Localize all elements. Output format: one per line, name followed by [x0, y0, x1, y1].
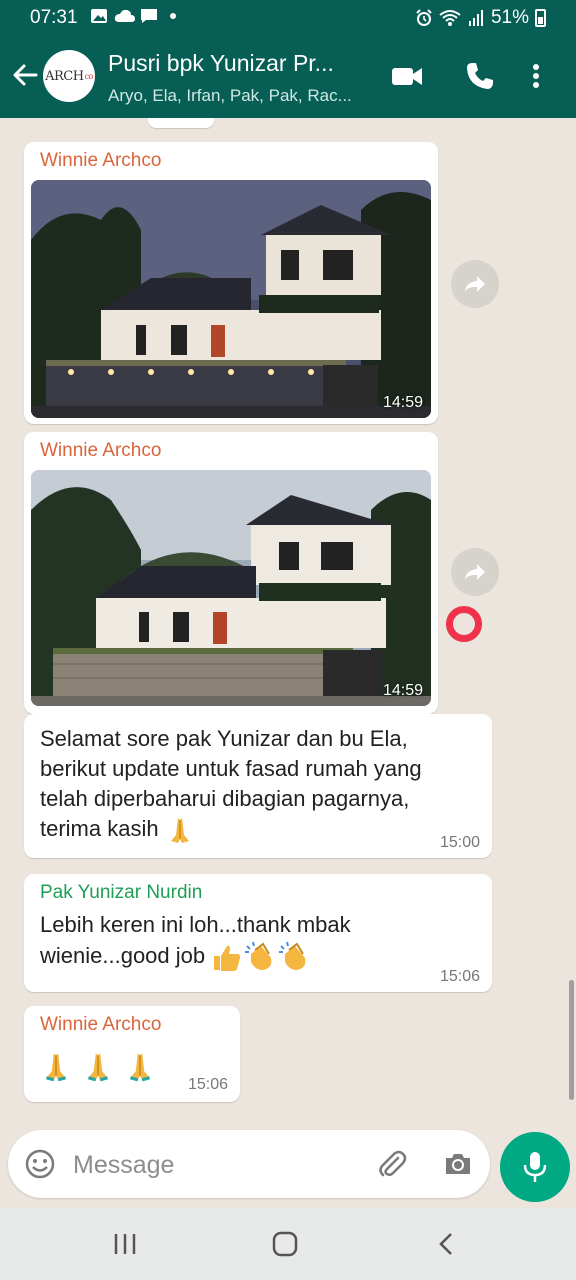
sender-name: Pak Yunizar Nurdin [40, 882, 203, 903]
alarm-icon [416, 9, 432, 26]
screen-record-icon[interactable] [446, 606, 482, 642]
back-arrow-icon[interactable] [10, 60, 40, 90]
attach-icon[interactable] [376, 1148, 408, 1180]
cloud-icon [114, 9, 135, 22]
dot-icon [170, 13, 176, 19]
message-line: Selamat sore pak Yunizar dan bu Ela, [40, 726, 408, 751]
wifi-icon [439, 10, 461, 26]
message-line: Lebih keren ini loh...thank mbak [40, 912, 351, 937]
sender-name: Winnie Archco [40, 1014, 162, 1035]
recents-icon[interactable] [110, 1230, 140, 1258]
sender-name: Winnie Archco [40, 150, 162, 171]
thumbs-up-icon [214, 945, 241, 971]
chat-header: ARCH co Pusri bpk Yunizar Pr... Aryo, Ela… [0, 36, 576, 118]
more-vert-icon[interactable] [526, 60, 546, 92]
forward-icon[interactable] [451, 548, 499, 596]
forward-icon[interactable] [451, 260, 499, 308]
message-body: Lebih keren ini loh...thank mbak wienie.… [40, 910, 351, 974]
chat-participants[interactable]: Aryo, Ela, Irfan, Pak, Pak, Rac... [108, 86, 370, 106]
message-line: wienie...good job [40, 942, 206, 968]
message-line: terima kasih [40, 816, 159, 841]
image-message[interactable]: Winnie Archco 14:59 [24, 432, 438, 714]
battery-icon [535, 9, 546, 27]
message-time: 14:59 [382, 394, 423, 411]
message-time: 15:00 [439, 834, 480, 851]
image-message[interactable]: Winnie Archco 14:59 [24, 142, 438, 424]
folded-hands-icon [129, 1053, 151, 1082]
house-render-icon[interactable]: 14:59 [31, 470, 431, 706]
back-icon[interactable] [432, 1230, 462, 1258]
status-right: 51% [415, 7, 546, 29]
status-time: 07:31 [30, 7, 78, 28]
status-bar: 07:31 51% [0, 0, 576, 36]
scrollbar[interactable] [569, 980, 574, 1100]
text-message[interactable]: Selamat sore pak Yunizar dan bu Ela, ber… [24, 714, 492, 858]
group-avatar[interactable]: ARCH co [43, 50, 95, 102]
sender-name: Winnie Archco [40, 440, 162, 461]
clapping-hands-icon [279, 941, 306, 970]
previous-message-bubble [148, 118, 214, 128]
message-composer[interactable]: Message [8, 1130, 490, 1198]
message-icon [141, 9, 157, 23]
text-message[interactable]: Pak Yunizar Nurdin Lebih keren ini loh..… [24, 874, 492, 992]
battery-percent: 51% [490, 7, 529, 28]
chat-title[interactable]: Pusri bpk Yunizar Pr... [108, 50, 370, 77]
message-input[interactable]: Message [73, 1151, 174, 1180]
camera-icon[interactable] [442, 1148, 474, 1180]
chat-area[interactable]: Winnie Archco 14:59 Winnie Archco 14:59 … [0, 118, 576, 1138]
emoji-message[interactable]: Winnie Archco 15:06 [24, 1006, 240, 1102]
signal-icon [468, 10, 483, 26]
avatar-text: ARCH [45, 68, 84, 84]
message-body: Selamat sore pak Yunizar dan bu Ela, ber… [40, 724, 422, 845]
phone-icon[interactable] [464, 60, 496, 92]
mic-icon[interactable] [500, 1132, 570, 1202]
system-nav-bar [0, 1208, 576, 1280]
message-time: 15:06 [439, 968, 480, 985]
message-time: 15:06 [187, 1076, 228, 1093]
house-render-icon[interactable]: 14:59 [31, 180, 431, 418]
folded-hands-icon [45, 1053, 67, 1082]
video-call-icon[interactable] [390, 60, 424, 92]
message-line: telah diperbaharui dibagian pagarnya, [40, 786, 410, 811]
emoji-row [40, 1048, 156, 1084]
gallery-icon [91, 9, 107, 23]
home-icon[interactable] [270, 1230, 300, 1258]
clapping-hands-icon [245, 941, 272, 970]
folded-hands-icon [170, 818, 189, 844]
folded-hands-icon [87, 1053, 109, 1082]
emoji-icon[interactable] [24, 1148, 56, 1180]
message-line: berikut update untuk fasad rumah yang [40, 756, 422, 781]
avatar-sub: co [84, 71, 94, 81]
message-time: 14:59 [382, 682, 423, 699]
